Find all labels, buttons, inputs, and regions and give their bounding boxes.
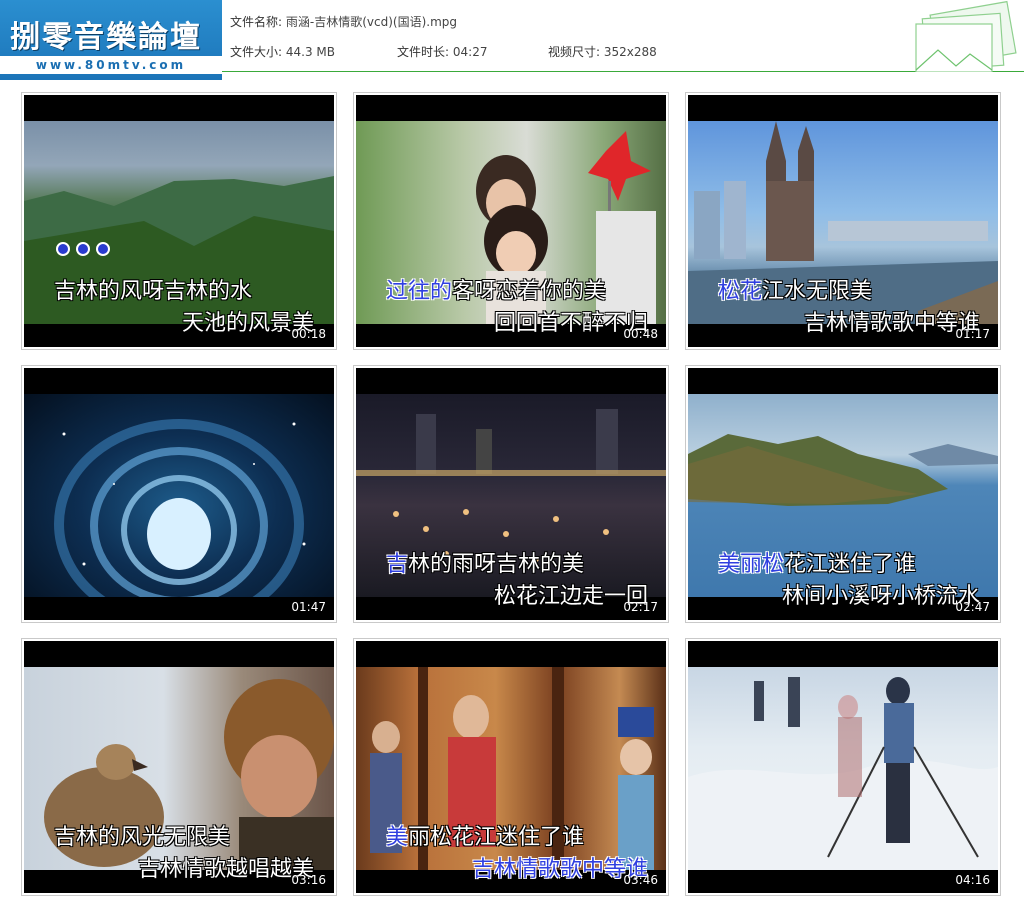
video-thumbnail-2[interactable]: 过往的客呀恋着你的美 回回首不醉不归 00:48 [353,92,669,350]
timestamp: 03:46 [623,873,658,887]
video-resolution-label: 视频尺寸: [548,45,601,59]
subtitle-line-1: 吉林的雨呀吉林的美 [386,552,585,577]
timestamp: 03:16 [291,873,326,887]
subtitle-line-1: 松花江水无限美 [718,279,873,304]
video-thumbnail-1[interactable]: 吉林的风呀吉林的水 天池的风景美 00:18 [21,92,337,350]
subtitle-line-1: 美丽松花江迷住了谁 [386,825,585,850]
video-thumbnail-4[interactable]: 01:47 [21,365,337,623]
file-size-label: 文件大小: [230,45,283,59]
forum-logo: 捌零音樂論壇 www.80mtv.com [0,0,222,80]
file-name-row: 文件名称: 雨涵-吉林情歌(vcd)(国语).mpg [230,13,457,30]
subtitle-line-2: 林间小溪呀小桥流水 [782,584,981,609]
timestamp: 01:47 [291,600,326,614]
timestamp: 02:47 [955,600,990,614]
lyric-cue-dots [56,241,116,260]
timestamp: 00:18 [291,327,326,341]
subtitle-line-2: 吉林情歌越唱越美 [138,857,315,882]
file-duration-value: 04:27 [452,45,488,59]
video-resolution-row: 视频尺寸: 352x288 [548,43,657,60]
timestamp: 01:17 [955,327,990,341]
video-thumbnail-8[interactable]: 美丽松花江迷住了谁 吉林情歌歌中等谁 03:46 [353,638,669,896]
subtitle-line-1: 吉林的风呀吉林的水 [54,279,253,304]
subtitle-line-1: 过往的客呀恋着你的美 [386,279,607,304]
timestamp: 02:17 [623,600,658,614]
picture-frames-icon [915,0,1017,72]
subtitle-line-1: 美丽松花江迷住了谁 [718,552,917,577]
file-size-value: 44.3 MB [285,45,335,59]
subtitle-line-2: 吉林情歌歌中等谁 [804,311,981,336]
video-thumbnail-7[interactable]: 吉林的风光无限美 吉林情歌越唱越美 03:16 [21,638,337,896]
video-thumbnail-5[interactable]: 吉林的雨呀吉林的美 松花江边走一回 02:17 [353,365,669,623]
file-name-label: 文件名称: [230,15,283,29]
video-resolution-value: 352x288 [603,45,657,59]
video-thumbnail-6[interactable]: 美丽松花江迷住了谁 林间小溪呀小桥流水 02:47 [685,365,1001,623]
file-duration-row: 文件时长: 04:27 [397,43,487,60]
file-name-value: 雨涵-吉林情歌(vcd)(国语).mpg [285,15,457,29]
video-thumbnail-9[interactable]: 04:16 [685,638,1001,896]
timestamp: 04:16 [955,873,990,887]
logo-url: www.80mtv.com [0,56,222,74]
video-thumbnail-3[interactable]: 松花江水无限美 吉林情歌歌中等谁 01:17 [685,92,1001,350]
timestamp: 00:48 [623,327,658,341]
file-size-row: 文件大小: 44.3 MB [230,43,335,60]
logo-title: 捌零音樂論壇 [10,20,202,55]
subtitle-line-1: 吉林的风光无限美 [54,825,231,850]
subtitle-line-2: 吉林情歌歌中等谁 [472,857,649,882]
file-duration-label: 文件时长: [397,45,450,59]
